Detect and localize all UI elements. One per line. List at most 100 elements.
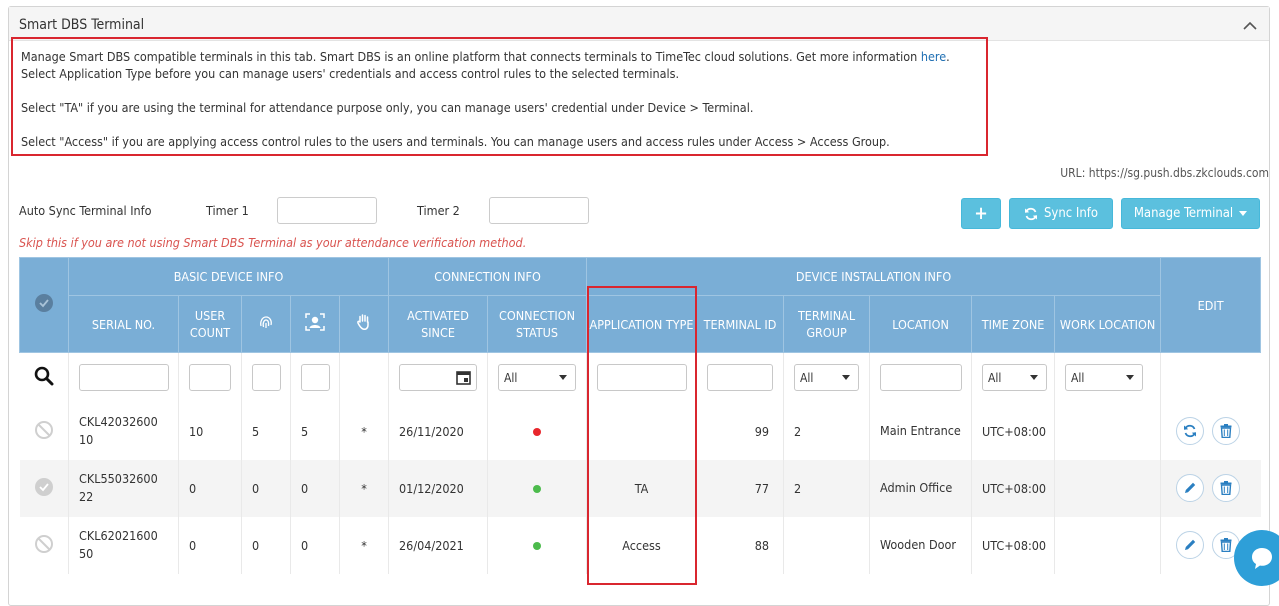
calendar-icon[interactable] bbox=[456, 370, 471, 386]
fingerprint-icon bbox=[260, 316, 272, 328]
col-time-zone[interactable]: TIME ZONE bbox=[971, 295, 1056, 353]
table-row[interactable]: CKL6202160050 0 0 0 * 26/04/2021 Access … bbox=[20, 516, 1261, 574]
col-user-count[interactable]: USER COUNT bbox=[178, 295, 242, 353]
cell-location: Admin Office bbox=[869, 459, 972, 517]
cell-connection-status bbox=[487, 516, 587, 574]
filter-activated-input[interactable] bbox=[399, 364, 478, 392]
status-dot bbox=[533, 427, 542, 436]
search-icon[interactable] bbox=[34, 366, 54, 386]
cell-edit bbox=[1160, 402, 1261, 460]
group-device-installation-info: DEVICE INSTALLATION INFO bbox=[586, 257, 1162, 296]
table-row[interactable]: CKL5503260022 0 0 0 * 01/12/2020 TA 77 2… bbox=[19, 459, 1261, 517]
col-activated-since[interactable]: ACTIVATED SINCE bbox=[388, 295, 489, 353]
filter-connection-status-select[interactable]: All bbox=[498, 364, 577, 392]
cell-terminal-id: 77 bbox=[696, 459, 784, 517]
cell-terminal-group: 2 bbox=[783, 459, 870, 517]
filter-work-location-value: All bbox=[1071, 370, 1085, 385]
cell-face: 5 bbox=[290, 402, 340, 460]
terminal-table: BASIC DEVICE INFO CONNECTION INFO DEVICE… bbox=[19, 257, 1262, 574]
table-row[interactable]: CKL4203260010 10 5 5 * 26/11/2020 99 2 M… bbox=[20, 402, 1261, 460]
col-terminal-id[interactable]: TERMINAL ID bbox=[696, 295, 785, 353]
timer1-label: Timer 1 bbox=[206, 203, 249, 218]
filter-time-zone-value: All bbox=[988, 370, 1002, 385]
filter-user-count-input[interactable] bbox=[189, 364, 231, 392]
filter-fingerprint-input[interactable] bbox=[252, 364, 281, 392]
cell-activated: 01/12/2020 bbox=[388, 459, 488, 517]
panel-header: Smart DBS Terminal bbox=[9, 7, 1269, 41]
filter-row: All All All All bbox=[19, 352, 1261, 403]
cell-connection-status bbox=[487, 402, 587, 460]
ban-icon bbox=[34, 534, 53, 553]
timer1-input[interactable] bbox=[277, 197, 377, 224]
caret-down-icon bbox=[1126, 375, 1135, 381]
col-terminal-group[interactable]: TERMINAL GROUP bbox=[783, 295, 871, 353]
more-info-link[interactable]: here bbox=[921, 49, 946, 64]
timer2-input[interactable] bbox=[489, 197, 589, 224]
cell-activated: 26/04/2021 bbox=[388, 516, 488, 574]
row-select[interactable] bbox=[19, 459, 69, 517]
cell-terminal-id: 88 bbox=[696, 516, 784, 574]
caret-down-icon bbox=[1239, 211, 1248, 216]
col-connection-status[interactable]: CONNECTION STATUS bbox=[487, 295, 588, 353]
row-select[interactable] bbox=[20, 403, 69, 460]
filter-terminal-group-select[interactable]: All bbox=[794, 364, 860, 392]
edit-button[interactable] bbox=[1176, 531, 1205, 559]
cell-serial: CKL6202160050 bbox=[68, 516, 179, 574]
sync-info-label: Sync Info bbox=[1043, 206, 1099, 221]
col-location[interactable]: LOCATION bbox=[869, 295, 973, 353]
select-all-cell[interactable] bbox=[19, 257, 69, 353]
palm-icon bbox=[357, 314, 369, 330]
cell-terminal-group bbox=[783, 516, 870, 574]
cell-work-location bbox=[1054, 402, 1161, 460]
info-box: Manage Smart DBS compatible terminals in… bbox=[11, 37, 988, 156]
filter-terminal-id-input[interactable] bbox=[707, 364, 774, 392]
row-select[interactable] bbox=[20, 517, 69, 574]
filter-terminal-group-value: All bbox=[800, 370, 814, 385]
info-line-2: Select Application Type before you can m… bbox=[21, 66, 680, 81]
sync-info-button[interactable]: Sync Info bbox=[1009, 198, 1113, 229]
cell-user-count: 0 bbox=[178, 459, 242, 517]
panel-title: Smart DBS Terminal bbox=[19, 17, 145, 33]
col-face[interactable] bbox=[290, 295, 340, 353]
filter-application-type-input[interactable] bbox=[597, 364, 688, 392]
cell-fingerprint: 5 bbox=[241, 402, 291, 460]
edit-button[interactable] bbox=[1176, 474, 1205, 502]
trash-icon bbox=[1220, 481, 1232, 495]
manage-terminal-button[interactable]: Manage Terminal bbox=[1121, 198, 1260, 229]
info-line-1-text: Manage Smart DBS compatible terminals in… bbox=[21, 49, 921, 64]
delete-button[interactable] bbox=[1211, 474, 1240, 502]
filter-work-location-select[interactable]: All bbox=[1065, 364, 1144, 392]
delete-button[interactable] bbox=[1211, 417, 1240, 445]
cell-edit bbox=[1160, 459, 1261, 517]
cell-face: 0 bbox=[290, 459, 340, 517]
filter-face-input[interactable] bbox=[301, 364, 330, 392]
skip-note: Skip this if you are not using Smart DBS… bbox=[19, 235, 527, 250]
check-circle-icon[interactable] bbox=[34, 293, 54, 313]
filter-serial-input[interactable] bbox=[79, 364, 169, 392]
col-work-location[interactable]: WORK LOCATION bbox=[1054, 295, 1162, 353]
cell-application-type bbox=[586, 402, 697, 460]
search-cell[interactable] bbox=[19, 352, 69, 403]
cell-palm: * bbox=[338, 516, 389, 574]
col-application-type[interactable]: APPLICATION TYPE bbox=[586, 295, 698, 353]
cell-work-location bbox=[1054, 459, 1161, 517]
ban-icon bbox=[34, 420, 53, 439]
pencil-icon bbox=[1185, 539, 1196, 550]
caret-down-icon bbox=[559, 375, 568, 381]
cell-user-count: 10 bbox=[178, 402, 242, 460]
chevron-up-icon[interactable] bbox=[1243, 19, 1257, 33]
col-serial-no[interactable]: SERIAL NO. bbox=[68, 295, 179, 353]
status-dot bbox=[533, 541, 542, 550]
cell-activated: 26/11/2020 bbox=[388, 402, 488, 460]
cell-serial: CKL5503260022 bbox=[68, 459, 179, 517]
server-url: URL: https://sg.push.dbs.zkclouds.com bbox=[1060, 166, 1269, 180]
refresh-button[interactable] bbox=[1176, 417, 1205, 445]
info-line-4: Select "Access" if you are applying acce… bbox=[21, 134, 890, 149]
filter-connection-status-value: All bbox=[504, 370, 518, 385]
filter-location-input[interactable] bbox=[880, 364, 963, 392]
col-palm[interactable] bbox=[338, 295, 390, 353]
filter-time-zone-select[interactable]: All bbox=[982, 364, 1048, 392]
plus-icon: + bbox=[974, 203, 988, 224]
add-terminal-button[interactable]: + bbox=[961, 198, 1001, 229]
col-fingerprint[interactable] bbox=[241, 295, 291, 353]
